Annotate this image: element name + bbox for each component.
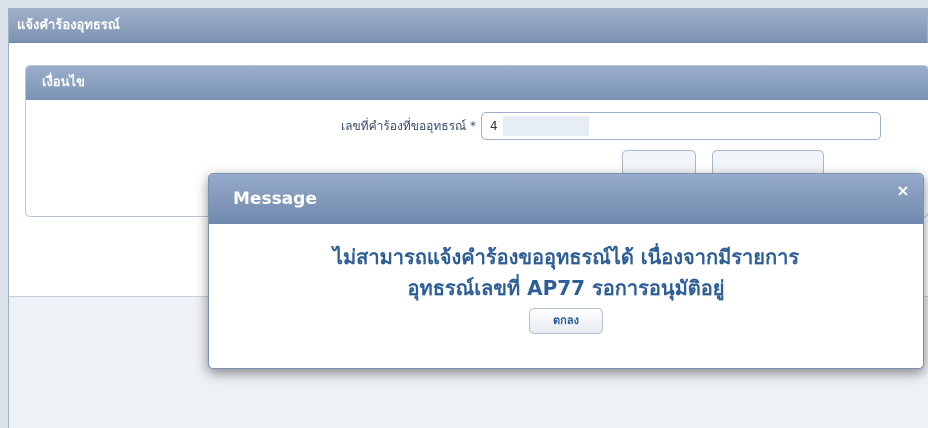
message-dialog: Message × ไม่สามารถแจ้งคำร้องขออุทธรณ์ได… — [208, 173, 924, 369]
request-number-label: เลขที่คำร้องที่ขออุทธรณ์ * — [341, 119, 476, 133]
page-title: แจ้งคำร้องอุทธรณ์ — [9, 9, 927, 43]
dialog-body: ไม่สามารถแจ้งคำร้องขออุทธรณ์ได้ เนื่องจา… — [209, 224, 923, 334]
dialog-title: Message — [233, 189, 317, 209]
close-icon[interactable]: × — [893, 174, 913, 208]
dialog-message-line-2: อุทธรณ์เลขที่ AP77 รอการอนุมัติอยู่ — [407, 276, 725, 300]
redacted-value-mask — [503, 116, 589, 136]
dialog-message-line-1: ไม่สามารถแจ้งคำร้องขออุทธรณ์ได้ เนื่องจา… — [332, 245, 800, 269]
conditions-panel-title: เงื่อนไข — [26, 66, 928, 100]
ok-button[interactable]: ตกลง — [529, 308, 603, 334]
dialog-header: Message × — [209, 174, 923, 224]
